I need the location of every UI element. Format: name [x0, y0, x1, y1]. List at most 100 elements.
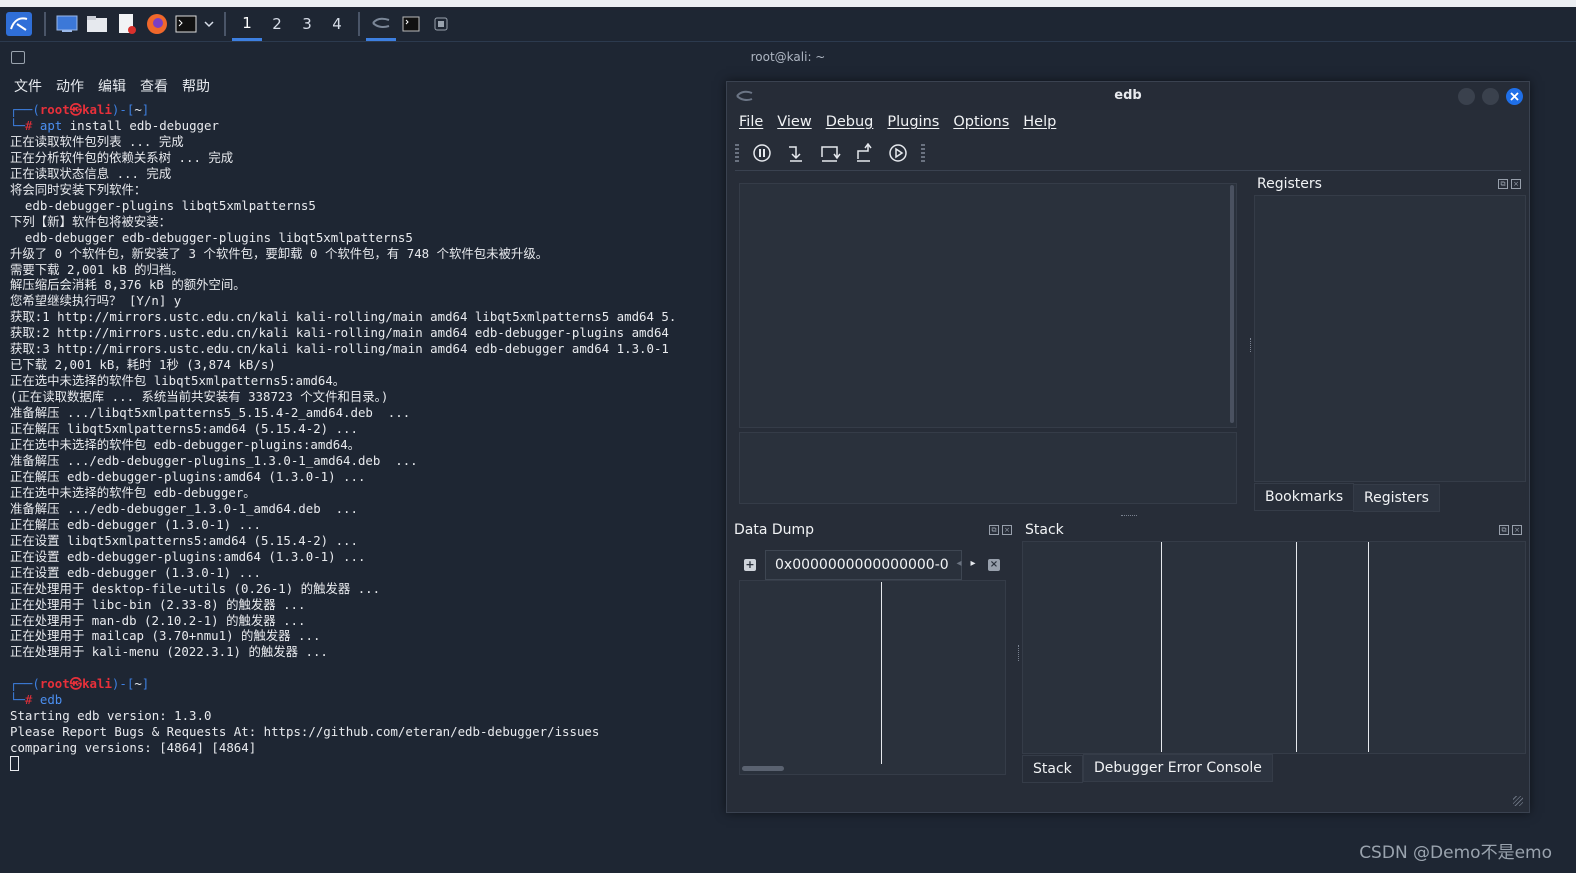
- close-icon[interactable]: ×: [1511, 179, 1521, 189]
- data-dump-view[interactable]: [739, 580, 1006, 775]
- text-editor-icon[interactable]: [114, 11, 140, 37]
- menu-debug[interactable]: Debug: [826, 114, 874, 130]
- stack-dock-buttons[interactable]: ⧉ ×: [1499, 525, 1522, 535]
- close-button[interactable]: [1506, 88, 1523, 105]
- registers-dock-title: Registers: [1257, 176, 1322, 192]
- float-icon[interactable]: ⧉: [1499, 525, 1509, 535]
- float-icon[interactable]: ⧉: [989, 525, 999, 535]
- edb-window[interactable]: edb File View Debug Plugins Options Help: [726, 81, 1530, 813]
- splitter-handle[interactable]: [1121, 515, 1137, 518]
- menu-action[interactable]: 动作: [56, 76, 84, 96]
- output-line: 准备解压 .../edb-debugger-plugins_1.3.0-1_am…: [10, 452, 418, 468]
- output-line: 正在读取状态信息 ... 完成: [10, 165, 172, 181]
- workspace-2[interactable]: 2: [262, 7, 292, 41]
- install-output: 正在读取软件包列表 ... 完成 正在分析软件包的依赖关系树 ... 完成 正在读取…: [10, 134, 730, 660]
- registers-view[interactable]: [1254, 195, 1526, 482]
- taskbar-window-icon[interactable]: [426, 7, 456, 41]
- menu-plugins[interactable]: Plugins: [887, 114, 939, 130]
- menu-edit[interactable]: 编辑: [98, 76, 126, 96]
- resize-grip[interactable]: [1513, 796, 1523, 806]
- menu-help[interactable]: Help: [1023, 114, 1056, 130]
- workspace-3[interactable]: 3: [292, 7, 322, 41]
- menu-view[interactable]: 查看: [140, 76, 168, 96]
- prompt-line: ┌──(root㉿kali)-[~]: [10, 102, 150, 117]
- output-line: Please Report Bugs & Requests At: https:…: [10, 724, 600, 740]
- menu-view[interactable]: View: [777, 114, 811, 130]
- disassembly-scrollbar[interactable]: [1230, 185, 1234, 423]
- output-line: edb-debugger-plugins libqt5xmlpatterns5: [10, 197, 316, 213]
- stack-dock-title: Stack: [1025, 522, 1064, 538]
- close-icon[interactable]: ×: [1512, 525, 1522, 535]
- top-strip: [0, 0, 1576, 7]
- menu-file[interactable]: 文件: [14, 76, 42, 96]
- tab-registers[interactable]: Registers: [1353, 484, 1440, 512]
- workspace-1[interactable]: 1: [232, 7, 262, 41]
- minimize-button[interactable]: [1458, 88, 1475, 105]
- data-dump-dock-buttons[interactable]: ⧉ ×: [989, 525, 1012, 535]
- disassembly-view[interactable]: [739, 183, 1237, 428]
- toolbar-grip[interactable]: [921, 144, 925, 162]
- horizontal-scrollbar[interactable]: [742, 766, 784, 771]
- add-tab-button[interactable]: +: [744, 559, 756, 571]
- maximize-button[interactable]: [1482, 88, 1499, 105]
- chevron-down-icon[interactable]: [202, 11, 216, 37]
- output-line: 正在设置 edb-debugger (1.3.0-1) ...: [10, 564, 261, 580]
- tab-debugger-error-console[interactable]: Debugger Error Console: [1083, 754, 1273, 782]
- menu-file[interactable]: File: [739, 114, 763, 130]
- output-line: 正在选中未选择的软件包 edb-debugger。: [10, 484, 256, 500]
- close-tab-icon[interactable]: ×: [988, 559, 1000, 571]
- output-line: 正在解压 edb-debugger (1.3.0-1) ...: [10, 516, 261, 532]
- workspace-4[interactable]: 4: [322, 7, 352, 41]
- menu-options[interactable]: Options: [953, 114, 1009, 130]
- run-icon[interactable]: [887, 142, 909, 164]
- output-line: 您希望继续执行吗？ [Y/n] y: [10, 293, 182, 309]
- output-line: 获取:3 http://mirrors.ustc.edu.cn/kali kal…: [10, 341, 669, 357]
- tab-bookmarks[interactable]: Bookmarks: [1254, 483, 1355, 511]
- step-over-icon[interactable]: [819, 142, 841, 164]
- close-icon[interactable]: ×: [1002, 525, 1012, 535]
- output-line: 正在解压 edb-debugger-plugins:amd64 (1.3.0-1…: [10, 468, 366, 484]
- menu-help[interactable]: 帮助: [182, 76, 210, 96]
- status-view[interactable]: [739, 432, 1237, 504]
- step-into-icon[interactable]: [785, 142, 807, 164]
- command-line: └─# apt install edb-debugger: [10, 117, 219, 133]
- address-tab[interactable]: 0x0000000000000000-0: [765, 550, 962, 580]
- float-icon[interactable]: ⧉: [1498, 179, 1508, 189]
- kali-menu-icon[interactable]: [2, 11, 36, 37]
- taskbar-edb-icon[interactable]: [366, 7, 396, 41]
- output-line: 解压缩后会消耗 8,376 kB 的额外空间。: [10, 277, 246, 293]
- pause-icon[interactable]: [751, 142, 773, 164]
- output-line: 获取:1 http://mirrors.ustc.edu.cn/kali kal…: [10, 309, 677, 325]
- desktop-icon[interactable]: [54, 11, 80, 37]
- step-out-icon[interactable]: [853, 142, 875, 164]
- output-line: 将会同时安装下列软件：: [10, 181, 147, 197]
- taskbar-terminal-icon[interactable]: [396, 7, 426, 41]
- splitter-handle[interactable]: [1018, 645, 1021, 661]
- top-panel: 1 2 3 4: [0, 7, 1576, 42]
- toolbar-grip[interactable]: [735, 144, 739, 162]
- output-line: 正在读取软件包列表 ... 完成: [10, 133, 184, 149]
- splitter-handle[interactable]: [1250, 338, 1253, 352]
- stack-view[interactable]: [1022, 541, 1526, 754]
- scroll-right-icon[interactable]: ▸: [967, 552, 979, 576]
- terminal-output[interactable]: ┌──(root㉿kali)-[~] └─# apt install edb-de…: [10, 102, 730, 773]
- registers-dock-buttons[interactable]: ⧉ ×: [1498, 179, 1521, 189]
- output-line: 正在选中未选择的软件包 edb-debugger-plugins:amd64。: [10, 437, 361, 453]
- terminal-launcher-icon[interactable]: [174, 11, 198, 37]
- watermark: CSDN @Demo不是emo: [1359, 843, 1552, 863]
- output-line: 正在处理用于 libc-bin (2.33-8) 的触发器 ...: [10, 596, 306, 612]
- tab-stack[interactable]: Stack: [1022, 755, 1083, 783]
- toolbar-divider: [735, 170, 1521, 171]
- edb-menubar: File View Debug Plugins Options Help: [739, 114, 1056, 130]
- output-line: 需要下载 2,001 kB 的归档。: [10, 261, 184, 277]
- output-line: 正在处理用于 man-db (2.10.2-1) 的触发器 ...: [10, 612, 306, 628]
- panel-separator: [44, 12, 46, 36]
- output-line: 正在解压 libqt5xmlpatterns5:amd64 (5.15.4-2)…: [10, 421, 358, 437]
- file-manager-icon[interactable]: [84, 11, 110, 37]
- column-divider: [1296, 542, 1297, 752]
- output-line: 正在设置 edb-debugger-plugins:amd64 (1.3.0-1…: [10, 548, 366, 564]
- output-line: 正在处理用于 kali-menu (2022.3.1) 的触发器 ...: [10, 644, 328, 660]
- firefox-icon[interactable]: [144, 11, 170, 37]
- scroll-left-icon[interactable]: ◂: [954, 552, 964, 576]
- output-line: 正在选中未选择的软件包 libqt5xmlpatterns5:amd64。: [10, 373, 346, 389]
